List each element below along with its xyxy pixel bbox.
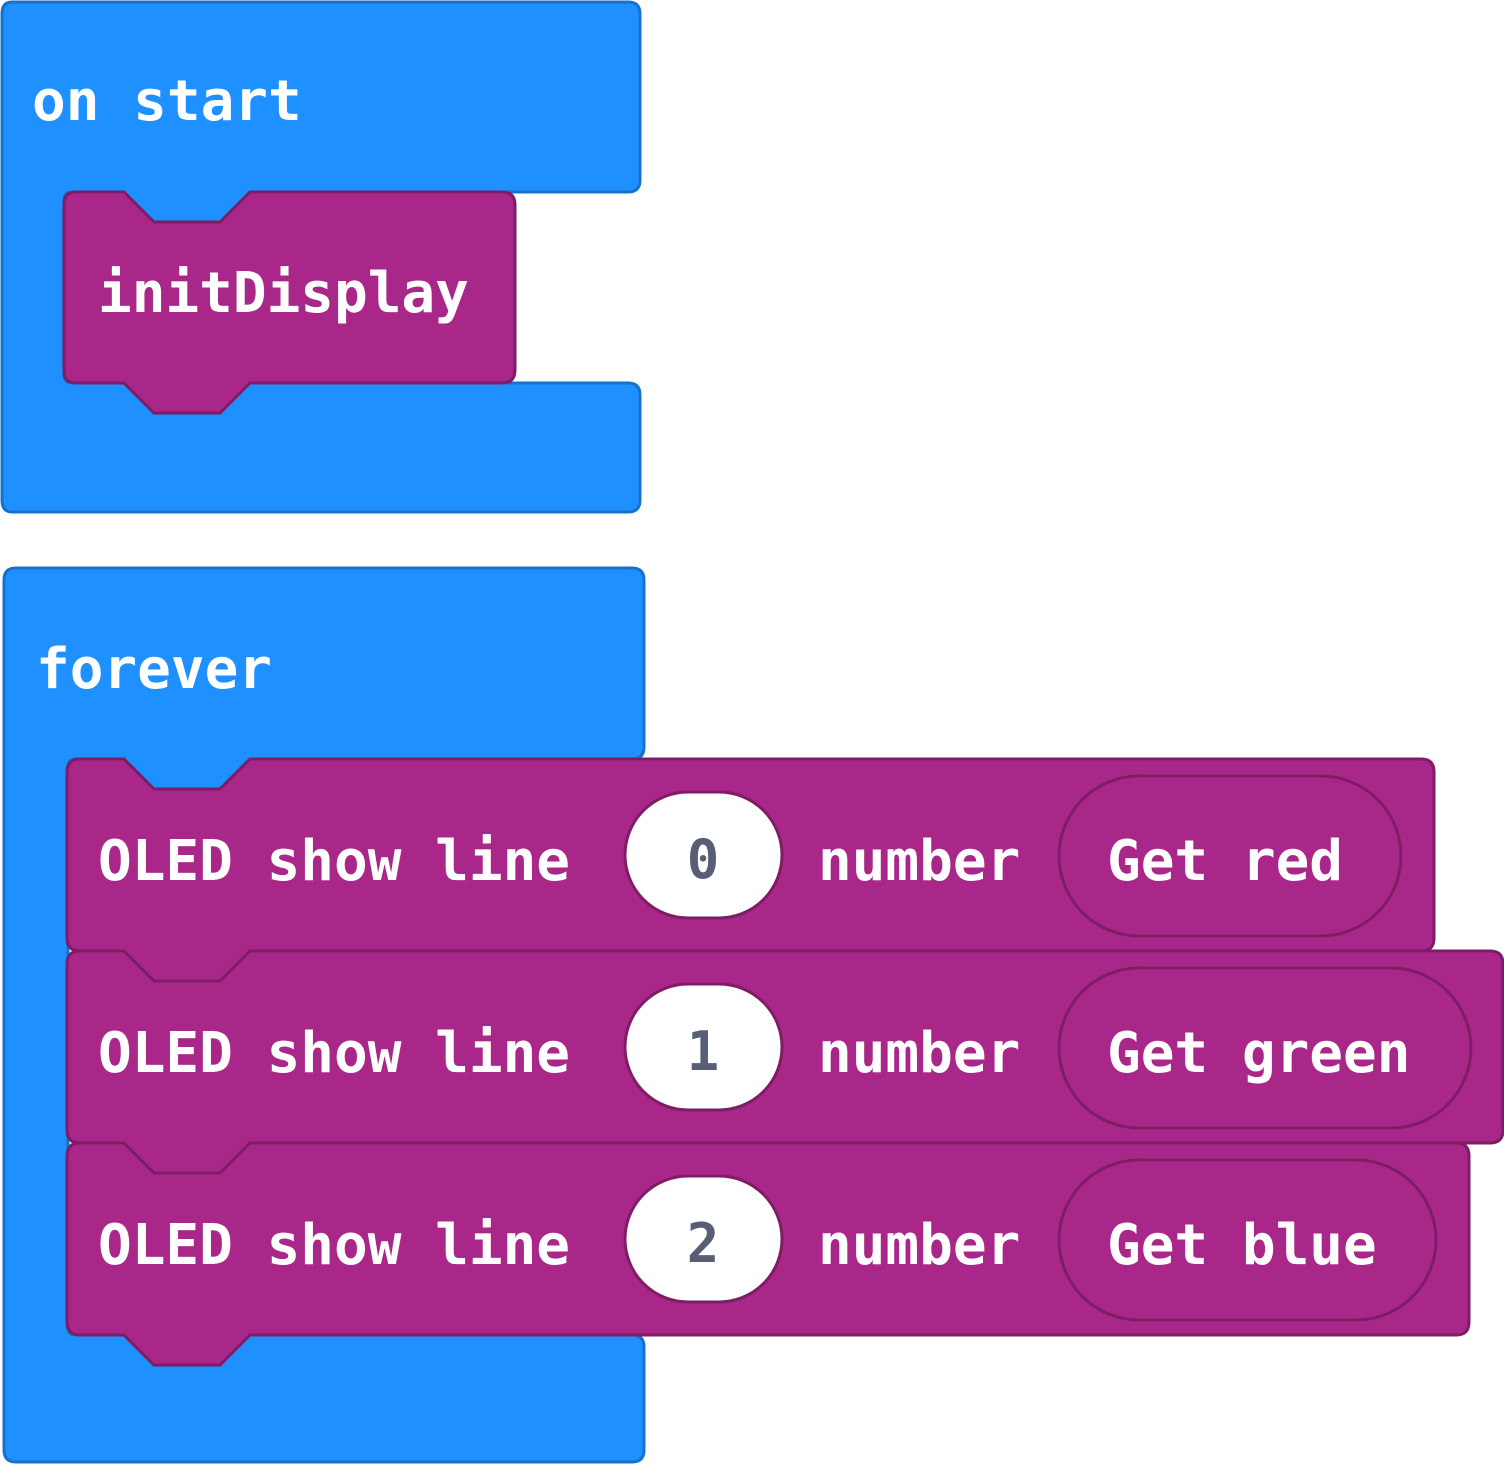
get-red-label: Get red — [1107, 829, 1343, 894]
on-start-label: on start — [32, 69, 302, 134]
get-blue-label: Get blue — [1107, 1213, 1377, 1278]
number-label: number — [818, 1021, 1020, 1086]
oled-show-line-block-2[interactable]: OLED show line 2 number Get blue — [65, 1141, 1471, 1367]
forever-label: forever — [36, 637, 272, 702]
oled-prefix-label: OLED show line — [98, 1213, 570, 1278]
number-label: number — [818, 829, 1020, 894]
oled-show-line-block-0[interactable]: OLED show line 0 number Get red — [65, 757, 1436, 983]
line-number-value: 2 — [687, 1212, 720, 1275]
line-number-value: 1 — [687, 1020, 720, 1083]
oled-prefix-label: OLED show line — [98, 829, 570, 894]
line-number-value: 0 — [687, 828, 720, 891]
blocks-workspace[interactable]: on start initDisplay forever OLED show l… — [0, 0, 1504, 1464]
number-label: number — [818, 1213, 1020, 1278]
get-green-label: Get green — [1107, 1021, 1410, 1086]
init-display-block[interactable]: initDisplay — [62, 190, 517, 415]
oled-show-line-block-1[interactable]: OLED show line 1 number Get green — [65, 949, 1504, 1175]
oled-prefix-label: OLED show line — [98, 1021, 570, 1086]
init-display-label: initDisplay — [98, 261, 469, 326]
